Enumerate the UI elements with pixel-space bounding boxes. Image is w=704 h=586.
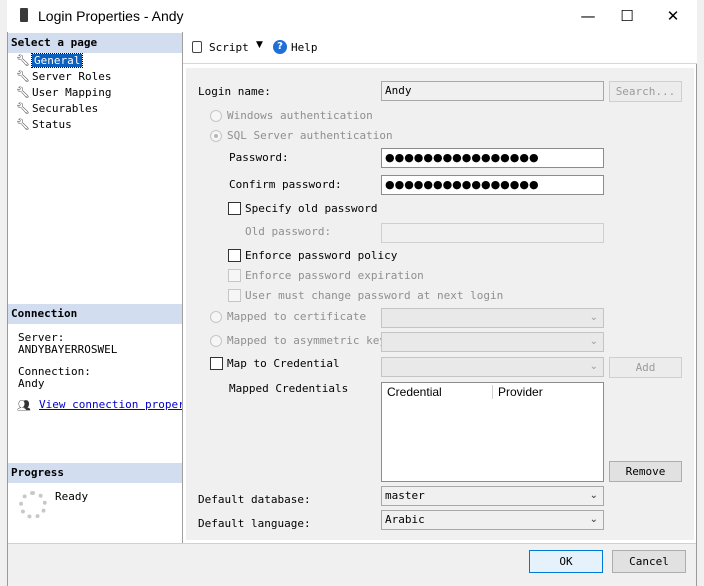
remove-credential-button[interactable]: Remove xyxy=(609,461,682,482)
column-divider xyxy=(492,385,493,399)
enforce-password-expiration-checkbox[interactable] xyxy=(228,269,241,282)
default-database-combo[interactable]: master ⌄ xyxy=(381,486,604,506)
provider-column-header[interactable]: Provider xyxy=(498,385,543,399)
chevron-down-icon: ⌄ xyxy=(589,336,598,347)
wrench-icon: 🔧︎ xyxy=(16,102,30,115)
ok-button[interactable]: OK xyxy=(529,550,603,573)
confirm-password-input[interactable]: ●●●●●●●●●●●●●●●● xyxy=(381,175,604,195)
password-label: Password: xyxy=(229,151,289,164)
page-item-securables[interactable]: 🔧︎ Securables xyxy=(16,101,98,116)
chevron-down-icon: ⌄ xyxy=(589,514,598,525)
view-connection-properties-link[interactable]: View connection properti xyxy=(39,398,182,411)
sql-auth-radio[interactable] xyxy=(210,130,222,142)
chevron-down-icon: ⌄ xyxy=(589,361,598,372)
mapped-certificate-label: Mapped to certificate xyxy=(227,310,367,323)
enforce-password-policy-label: Enforce password policy xyxy=(245,249,398,262)
old-password-label: Old password: xyxy=(245,225,332,238)
page-item-general[interactable]: 🔧︎ General xyxy=(16,53,84,68)
credential-combo[interactable]: ⌄ xyxy=(381,357,604,377)
toolbar: Script ▼ ? Help xyxy=(183,32,697,64)
login-name-label: Login name: xyxy=(198,85,271,98)
old-password-input[interactable] xyxy=(381,223,604,243)
mapped-asym-key-label: Mapped to asymmetric key xyxy=(227,334,386,347)
must-change-password-label: User must change password at next login xyxy=(245,289,504,302)
maximize-icon[interactable]: ☐ xyxy=(612,6,642,26)
default-language-value: Arabic xyxy=(385,513,425,526)
progress-status: Ready xyxy=(55,490,89,503)
mapped-credentials-grid[interactable]: Credential Provider xyxy=(381,382,604,482)
progress-header: Progress xyxy=(8,463,182,483)
must-change-password-checkbox[interactable] xyxy=(228,289,241,302)
wrench-icon: 🔧︎ xyxy=(16,86,30,99)
specify-old-password-checkbox[interactable] xyxy=(228,202,241,215)
connection-header: Connection xyxy=(8,304,182,324)
sql-auth-label: SQL Server authentication xyxy=(227,129,393,142)
wrench-icon: 🔧︎ xyxy=(16,118,30,131)
title-bar: Login Properties - Andy — ☐ ✕ xyxy=(7,0,697,32)
default-language-label: Default language: xyxy=(198,517,311,530)
connection-value: Andy xyxy=(18,377,45,390)
windows-auth-radio[interactable] xyxy=(210,110,222,122)
script-icon xyxy=(192,41,202,53)
windows-auth-label: Windows authentication xyxy=(227,109,373,122)
mapped-asym-key-radio[interactable] xyxy=(210,335,222,347)
search-button[interactable]: Search... xyxy=(609,81,682,102)
default-database-value: master xyxy=(385,489,425,502)
mapped-credentials-label: Mapped Credentials xyxy=(229,382,349,395)
enforce-password-expiration-label: Enforce password expiration xyxy=(245,269,424,282)
credential-column-header[interactable]: Credential xyxy=(387,385,442,399)
login-name-input[interactable]: Andy xyxy=(381,81,604,101)
close-icon[interactable]: ✕ xyxy=(658,6,688,26)
cancel-button[interactable]: Cancel xyxy=(612,550,686,573)
chevron-down-icon: ⌄ xyxy=(589,490,598,501)
mapped-certificate-radio[interactable] xyxy=(210,311,222,323)
help-button[interactable]: Help xyxy=(291,41,318,54)
map-credential-checkbox[interactable] xyxy=(210,357,223,370)
default-language-combo[interactable]: Arabic ⌄ xyxy=(381,510,604,530)
chevron-down-icon: ⌄ xyxy=(589,312,598,323)
minimize-icon[interactable]: — xyxy=(573,6,603,26)
default-database-label: Default database: xyxy=(198,493,311,506)
script-button[interactable]: Script xyxy=(209,41,249,54)
progress-spinner-icon xyxy=(19,491,47,519)
window-title: Login Properties - Andy xyxy=(38,8,184,24)
page-item-status[interactable]: 🔧︎ Status xyxy=(16,117,72,132)
select-page-header: Select a page xyxy=(8,33,182,53)
confirm-password-label: Confirm password: xyxy=(229,178,342,191)
server-value: ANDYBAYERROSWEL xyxy=(18,343,118,356)
window-app-icon xyxy=(20,8,28,22)
asymmetric-key-combo[interactable]: ⌄ xyxy=(381,332,604,352)
help-icon: ? xyxy=(273,40,287,54)
add-credential-button[interactable]: Add xyxy=(609,357,682,378)
script-dropdown-icon[interactable]: ▼ xyxy=(256,40,263,50)
specify-old-password-label: Specify old password xyxy=(245,202,378,215)
password-input[interactable]: ●●●●●●●●●●●●●●●● xyxy=(381,148,604,168)
wrench-icon: 🔧︎ xyxy=(16,54,30,67)
page-item-server-roles[interactable]: 🔧︎ Server Roles xyxy=(16,69,111,84)
wrench-icon: 🔧︎ xyxy=(16,70,30,83)
map-credential-label: Map to Credential xyxy=(227,357,340,370)
page-item-user-mapping[interactable]: 🔧︎ User Mapping xyxy=(16,85,111,100)
enforce-password-policy-checkbox[interactable] xyxy=(228,249,241,262)
certificate-combo[interactable]: ⌄ xyxy=(381,308,604,328)
connection-properties-icon: 👥︎ xyxy=(17,399,31,412)
